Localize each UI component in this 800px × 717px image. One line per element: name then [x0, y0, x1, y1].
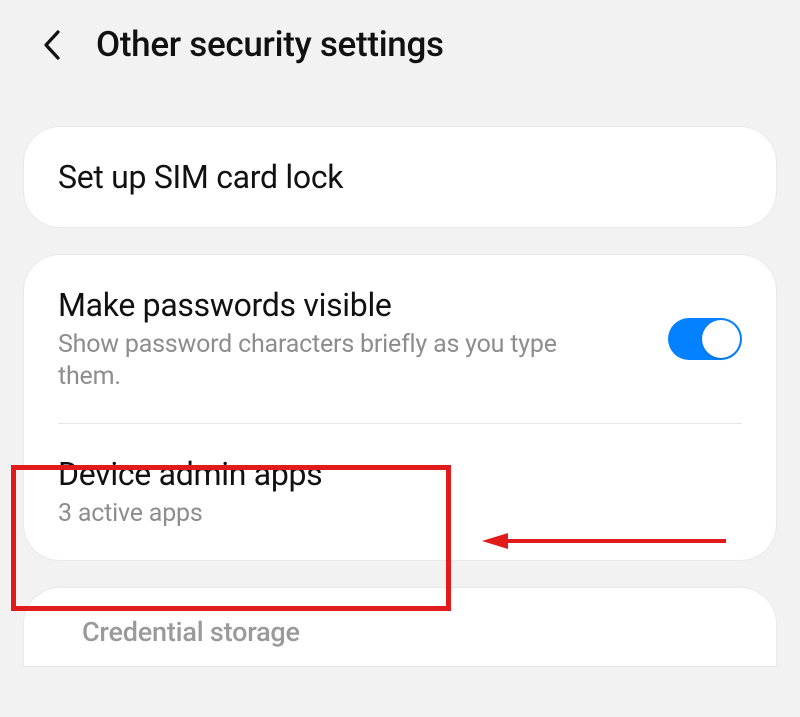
card-passwords-admin: Make passwords visible Show password cha…: [24, 255, 776, 560]
row-device-admin-apps[interactable]: Device admin apps 3 active apps: [24, 424, 776, 560]
card-credential-storage: Credential storage: [24, 588, 776, 666]
row-title: Device admin apps: [58, 454, 742, 494]
row-title: Set up SIM card lock: [58, 157, 742, 197]
page-title: Other security settings: [96, 24, 444, 65]
passwords-visible-toggle[interactable]: [668, 318, 742, 360]
toggle-knob: [702, 320, 740, 358]
section-header-credential-storage: Credential storage: [24, 588, 776, 648]
row-subtitle: 3 active apps: [58, 498, 618, 530]
app-header: Other security settings: [0, 0, 800, 83]
chevron-left-icon: [42, 29, 62, 61]
row-subtitle: Show password characters briefly as you …: [58, 329, 618, 393]
row-sim-card-lock[interactable]: Set up SIM card lock: [24, 127, 776, 227]
row-title: Make passwords visible: [58, 285, 652, 325]
back-button[interactable]: [34, 27, 70, 63]
row-make-passwords-visible[interactable]: Make passwords visible Show password cha…: [24, 255, 776, 423]
card-sim-lock: Set up SIM card lock: [24, 127, 776, 227]
